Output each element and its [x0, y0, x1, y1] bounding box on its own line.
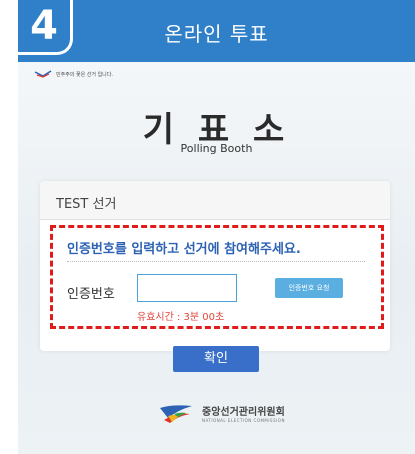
panel-header: TEST 선거: [40, 181, 390, 220]
main-content: 민주주의 꽃은 선거 입니다. 기 표 소 Polling Booth TEST…: [18, 62, 415, 454]
election-name: TEST 선거: [56, 197, 117, 212]
auth-panel: TEST 선거 인증번호를 입력하고 선거에 참여해주세요. 인증번호 인증번호…: [40, 181, 390, 351]
tagline: 민주주의 꽃은 선거 입니다.: [34, 70, 113, 78]
nec-mini-logo-icon: [34, 70, 52, 78]
app-header: 온라인 투표: [18, 0, 415, 62]
request-code-button[interactable]: 인증번호 요청: [275, 278, 343, 298]
auth-code-label: 인증번호: [67, 287, 115, 302]
highlight-box: 인증번호를 입력하고 선거에 참여해주세요. 인증번호 인증번호 요청 유효시간…: [50, 225, 384, 329]
nec-logo: 중앙선거관리위원회 NATIONAL ELECTION COMMISSION: [158, 402, 285, 424]
nec-emblem-icon: [160, 405, 192, 423]
step-badge: 4: [18, 0, 73, 55]
confirm-button[interactable]: 확인: [173, 346, 259, 372]
page-title: 온라인 투표: [164, 22, 269, 46]
auth-code-input[interactable]: [137, 274, 237, 302]
nec-text: 중앙선거관리위원회 NATIONAL ELECTION COMMISSION: [202, 403, 285, 423]
phone-screen: 온라인 투표 민주주의 꽃은 선거 입니다. 기 표 소 Polling Boo…: [18, 0, 415, 454]
booth-subtitle: Polling Booth: [180, 142, 253, 155]
divider: [67, 261, 365, 262]
nec-name-ko: 중앙선거관리위원회: [202, 407, 285, 418]
tagline-text: 민주주의 꽃은 선거 입니다.: [56, 71, 113, 78]
validity-timer: 유효시간 : 3분 00초: [137, 312, 225, 323]
nec-name-en: NATIONAL ELECTION COMMISSION: [202, 418, 285, 423]
auth-instruction: 인증번호를 입력하고 선거에 참여해주세요.: [67, 242, 301, 257]
